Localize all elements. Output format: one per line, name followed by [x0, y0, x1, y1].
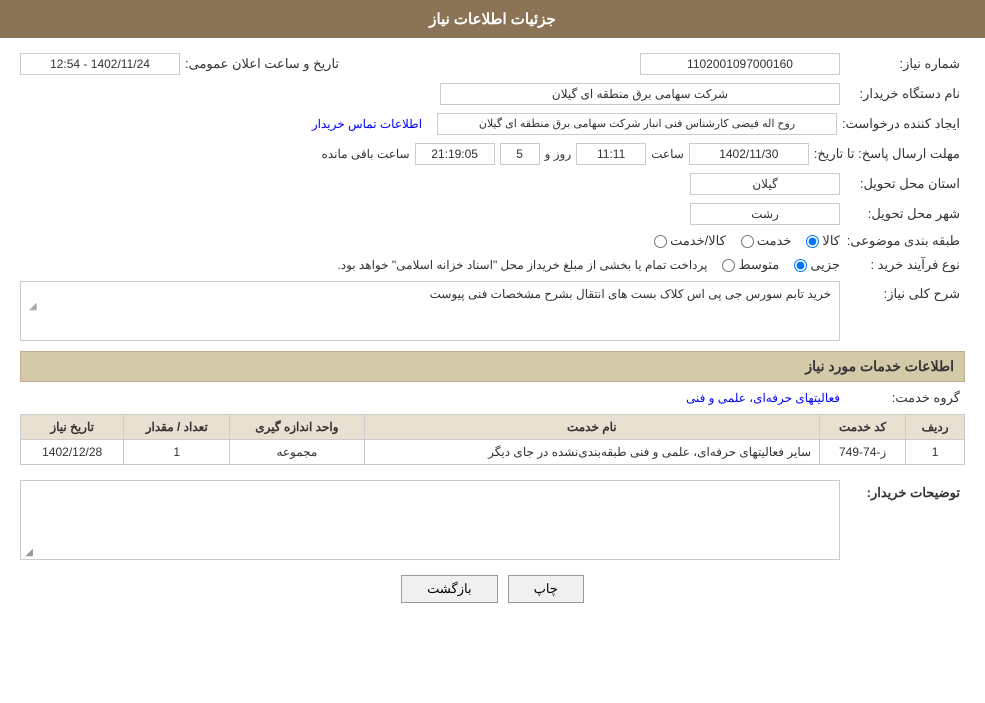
content-area: شماره نیاز: 1102001097000160 تاریخ و ساع… [0, 38, 985, 633]
purchase-jozi-label: جزیی [810, 257, 840, 273]
cell-service-name: سایر فعالیتهای حرفه‌ای، علمی و فنی طبقه‌… [364, 440, 819, 465]
deadline-date: 1402/11/30 [689, 143, 809, 165]
table-row: 1 ز-74-749 سایر فعالیتهای حرفه‌ای، علمی … [21, 440, 965, 465]
creator-link[interactable]: اطلاعات تماس خریدار [312, 117, 422, 131]
category-kala-label: کالا [822, 233, 840, 249]
resize-handle-buyer: ◢ [23, 547, 33, 557]
row-description: شرح کلی نیاز: خرید تابم سورس جی پی اس کل… [20, 281, 965, 341]
category-kala-radio[interactable] [806, 235, 819, 248]
deadline-remaining-label: ساعت باقی مانده [322, 147, 410, 161]
col-service-code: کد خدمت [820, 415, 906, 440]
services-table-container: ردیف کد خدمت نام خدمت واحد اندازه گیری ت… [20, 414, 965, 465]
buyer-name-label: نام دستگاه خریدار: [845, 86, 965, 102]
category-kala-khadamat-item: کالا/خدمت [654, 233, 726, 249]
cell-row-num: 1 [906, 440, 965, 465]
province-label: استان محل تحویل: [845, 176, 965, 192]
row-creator: ایجاد کننده درخواست: روح اله فیضی کارشنا… [20, 113, 965, 135]
col-row-num: ردیف [906, 415, 965, 440]
row-buyer-desc: توضیحات خریدار: ◢ [20, 480, 965, 560]
buyer-desc-value [21, 481, 839, 491]
page-header: جزئیات اطلاعات نیاز [0, 0, 985, 38]
category-kala-khadamat-label: کالا/خدمت [670, 233, 726, 249]
purchase-motovaset-radio[interactable] [722, 259, 735, 272]
purchase-motovaset-item: متوسط [722, 257, 779, 273]
row-province: استان محل تحویل: گیلان [20, 173, 965, 195]
deadline-time2: 21:19:05 [415, 143, 495, 165]
service-group-label: گروه خدمت: [845, 390, 965, 406]
need-number-label: شماره نیاز: [845, 56, 965, 72]
category-radio-group: کالا/خدمت خدمت کالا [654, 233, 840, 249]
buyer-desc-label: توضیحات خریدار: [845, 480, 965, 501]
description-label: شرح کلی نیاز: [845, 281, 965, 302]
province-value: گیلان [690, 173, 840, 195]
button-row: چاپ بازگشت [20, 575, 965, 618]
row-category: طبقه بندی موضوعی: کالا/خدمت خدمت کالا [20, 233, 965, 249]
print-button[interactable]: چاپ [508, 575, 584, 603]
category-kala-item: کالا [806, 233, 840, 249]
purchase-type-radio-group: متوسط جزیی [722, 257, 840, 273]
announce-label: تاریخ و ساعت اعلان عمومی: [185, 56, 344, 72]
table-head: ردیف کد خدمت نام خدمت واحد اندازه گیری ت… [21, 415, 965, 440]
col-quantity: تعداد / مقدار [124, 415, 230, 440]
description-box: خرید تابم سورس جی پی اس کلاک بست های انت… [20, 281, 840, 341]
deadline-label: مهلت ارسال پاسخ: تا تاریخ: [814, 146, 965, 162]
purchase-jozi-item: جزیی [794, 257, 840, 273]
deadline-days: 5 [500, 143, 540, 165]
row-buyer-name: نام دستگاه خریدار: شرکت سهامی برق منطقه … [20, 83, 965, 105]
services-section-title: اطلاعات خدمات مورد نیاز [20, 351, 965, 382]
announce-value: 1402/11/24 - 12:54 [20, 53, 180, 75]
buyer-desc-box: ◢ [20, 480, 840, 560]
category-khadamat-radio[interactable] [741, 235, 754, 248]
row-deadline: مهلت ارسال پاسخ: تا تاریخ: 1402/11/30 سا… [20, 143, 965, 165]
row-service-group: گروه خدمت: فعالیتهای حرفه‌ای، علمی و فنی [20, 390, 965, 406]
city-label: شهر محل تحویل: [845, 206, 965, 222]
city-value: رشت [690, 203, 840, 225]
purchase-jozi-radio[interactable] [794, 259, 807, 272]
col-unit: واحد اندازه گیری [230, 415, 364, 440]
table-header-row: ردیف کد خدمت نام خدمت واحد اندازه گیری ت… [21, 415, 965, 440]
service-group-value[interactable]: فعالیتهای حرفه‌ای، علمی و فنی [686, 391, 840, 405]
category-khadamat-item: خدمت [741, 233, 792, 249]
cell-need-date: 1402/12/28 [21, 440, 124, 465]
category-kala-khadamat-radio[interactable] [654, 235, 667, 248]
purchase-type-label: نوع فرآیند خرید : [845, 257, 965, 273]
page-title: جزئیات اطلاعات نیاز [429, 11, 556, 28]
row-city: شهر محل تحویل: رشت [20, 203, 965, 225]
cell-quantity: 1 [124, 440, 230, 465]
services-table: ردیف کد خدمت نام خدمت واحد اندازه گیری ت… [20, 414, 965, 465]
cell-service-code: ز-74-749 [820, 440, 906, 465]
category-label: طبقه بندی موضوعی: [845, 233, 965, 249]
resize-handle-desc: ◢ [29, 301, 831, 312]
back-button[interactable]: بازگشت [401, 575, 497, 603]
col-need-date: تاریخ نیاز [21, 415, 124, 440]
buyer-name-value: شرکت سهامی برق منطقه ای گیلان [440, 83, 840, 105]
deadline-time-label: ساعت [651, 147, 684, 161]
deadline-days-label: روز و [545, 147, 572, 161]
creator-value: روح اله فیضی کارشناس فنی انبار شرکت سهام… [437, 113, 837, 135]
table-body: 1 ز-74-749 سایر فعالیتهای حرفه‌ای، علمی … [21, 440, 965, 465]
row-need-number: شماره نیاز: 1102001097000160 تاریخ و ساع… [20, 53, 965, 75]
purchase-type-desc: پرداخت تمام یا بخشی از مبلغ خریداز محل "… [337, 258, 707, 272]
category-khadamat-label: خدمت [757, 233, 792, 249]
purchase-motovaset-label: متوسط [738, 257, 779, 273]
row-purchase-type: نوع فرآیند خرید : متوسط جزیی پرداخت تمام… [20, 257, 965, 273]
cell-unit: مجموعه [230, 440, 364, 465]
col-service-name: نام خدمت [364, 415, 819, 440]
need-number-value: 1102001097000160 [640, 53, 840, 75]
description-value: خرید تابم سورس جی پی اس کلاک بست های انت… [430, 287, 831, 301]
page-wrapper: جزئیات اطلاعات نیاز شماره نیاز: 11020010… [0, 0, 985, 703]
deadline-time: 11:11 [576, 143, 646, 165]
creator-label: ایجاد کننده درخواست: [842, 116, 965, 132]
